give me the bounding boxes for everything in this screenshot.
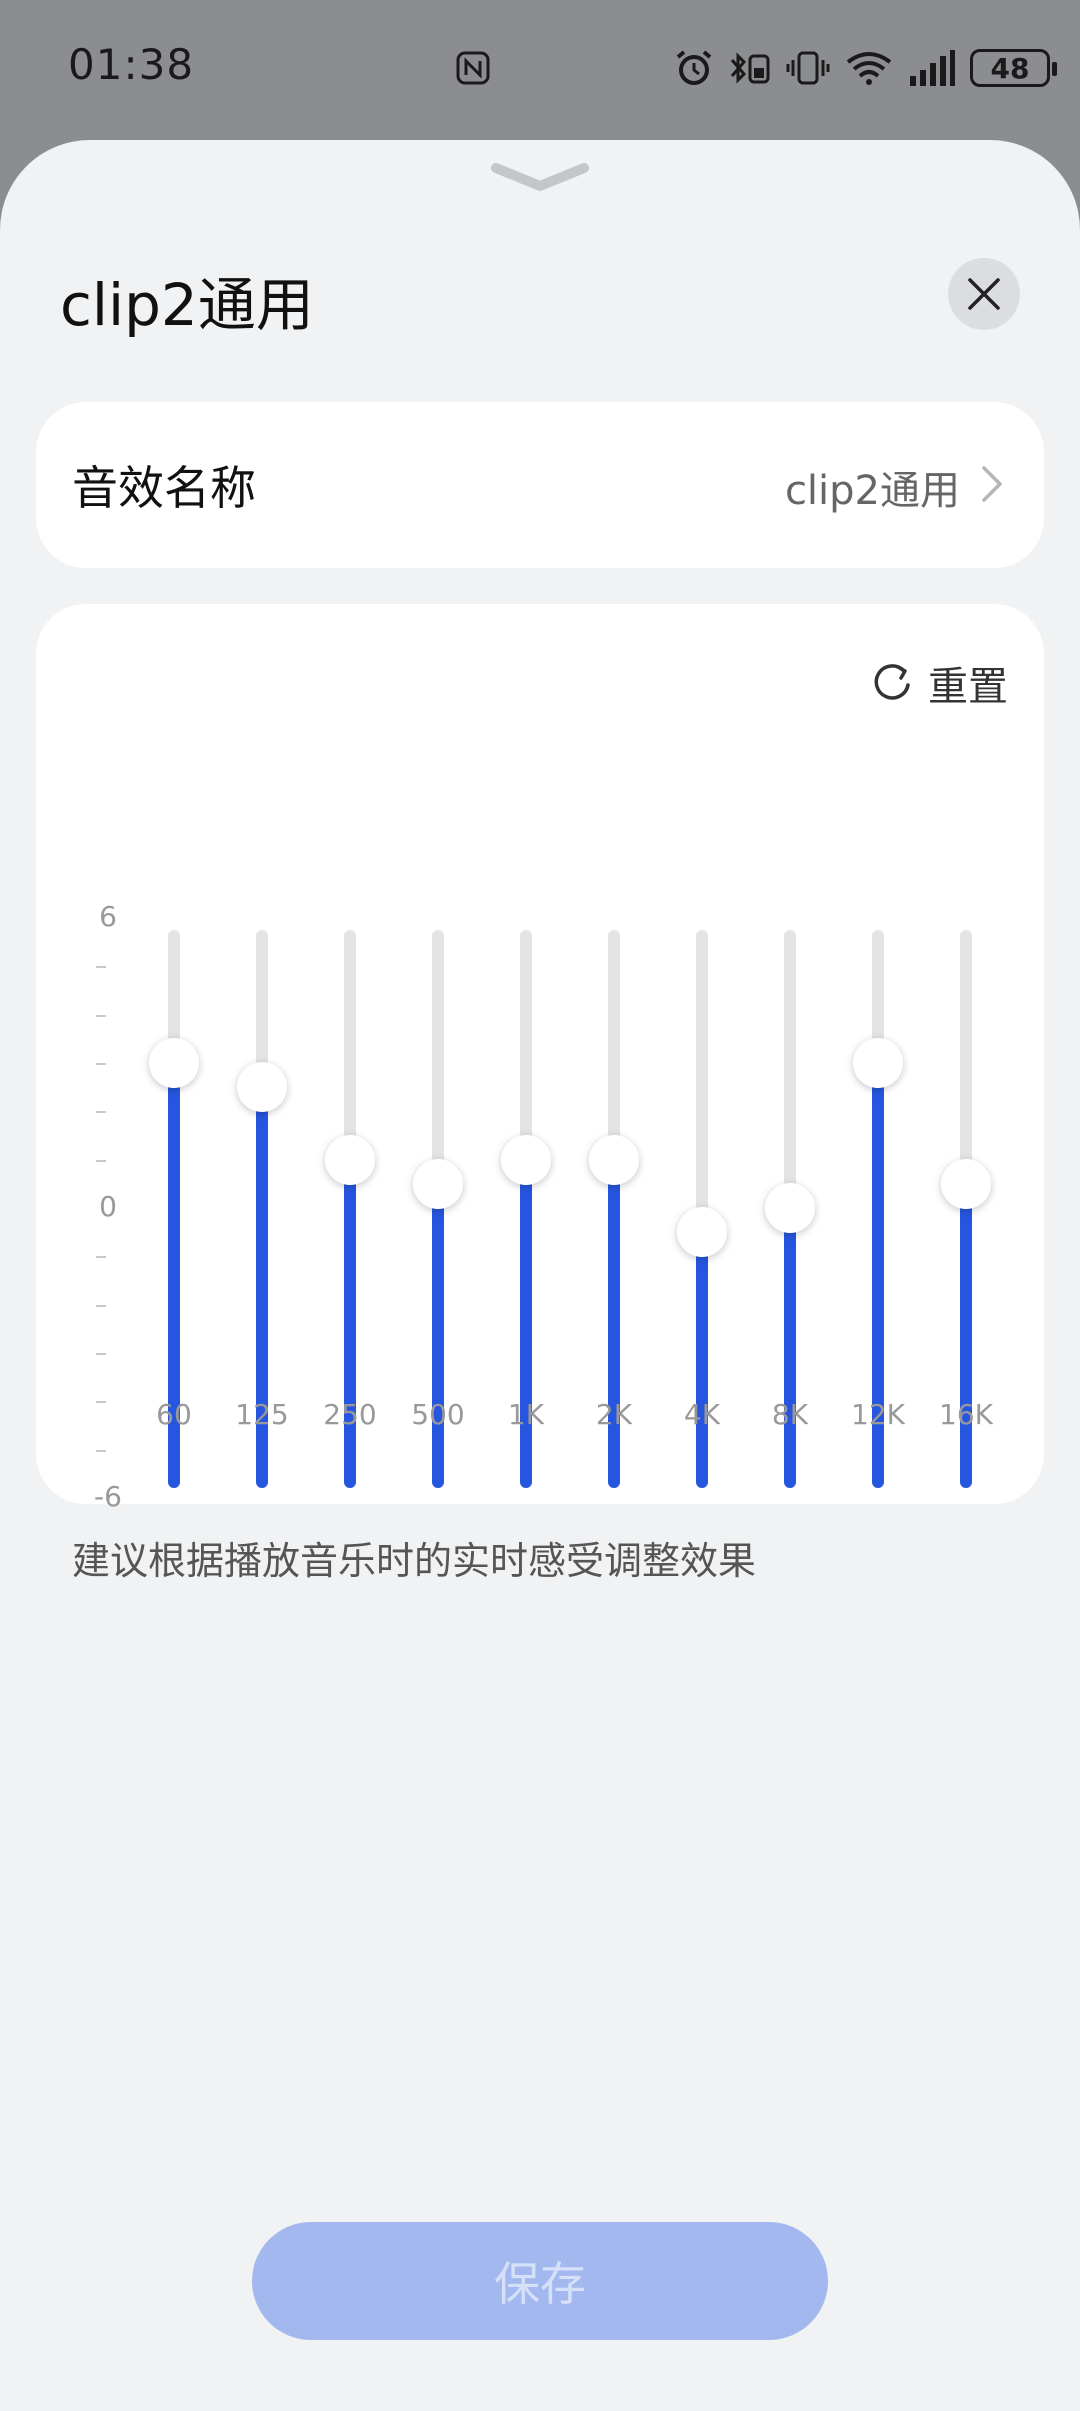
alarm-icon — [676, 50, 712, 85]
eq-band-label: 4K — [683, 1398, 721, 1431]
eq-slider-knob[interactable] — [765, 1183, 815, 1233]
eq-band-label: 2K — [595, 1398, 633, 1431]
eq-slider-knob[interactable] — [589, 1134, 639, 1185]
axis-tick — [96, 1014, 106, 1017]
axis-tick — [96, 1159, 106, 1162]
battery-level: 48 — [990, 51, 1030, 85]
eq-band-500: 500 — [394, 604, 482, 1504]
eq-band-125: 125 — [218, 604, 306, 1504]
axis-label-zero: 0 — [99, 1190, 117, 1223]
vibrate-icon — [786, 51, 830, 85]
eq-band-16k: 16K — [922, 604, 1010, 1504]
equalizer-card: 重置 6 0 -6 60 125 250 500 1K 2K 4K 8K 12K 16K — [36, 604, 1044, 1513]
eq-slider-knob[interactable] — [325, 1134, 375, 1185]
eq-slider-fill — [520, 1159, 532, 1488]
eq-band-8k: 8K — [746, 604, 834, 1504]
chevron-down-icon[interactable] — [488, 160, 592, 196]
eq-band-250: 250 — [306, 604, 394, 1504]
eq-band-label: 12K — [851, 1398, 905, 1431]
preset-name-value: clip2通用 — [784, 468, 960, 514]
eq-band-1k: 1K — [482, 604, 570, 1504]
axis-tick — [96, 1353, 106, 1355]
eq-slider-knob[interactable] — [677, 1207, 727, 1258]
eq-slider-fill — [784, 1208, 796, 1488]
status-time: 01:38 — [68, 40, 195, 89]
eq-slider-knob[interactable] — [149, 1038, 199, 1088]
eq-slider-fill — [696, 1232, 708, 1488]
eq-band-label: 1K — [507, 1398, 545, 1431]
eq-band-12k: 12K — [834, 604, 922, 1504]
preset-name-row[interactable]: 音效名称 clip2通用 — [36, 402, 1044, 568]
axis-tick — [96, 1063, 106, 1065]
eq-band-label: 60 — [156, 1398, 192, 1431]
equalizer-sheet: clip2通用 音效名称 clip2通用 重置 6 0 -6 60 125 250 5… — [0, 140, 1080, 2411]
axis-tick — [96, 1111, 106, 1114]
chevron-right-icon — [982, 466, 1002, 502]
axis-tick — [96, 1304, 106, 1307]
preset-name-label: 音效名称 — [72, 461, 256, 515]
eq-slider-knob[interactable] — [853, 1038, 903, 1088]
eq-slider-fill — [960, 1183, 972, 1488]
eq-band-label: 8K — [771, 1398, 809, 1431]
eq-band-60: 60 — [130, 604, 218, 1504]
sheet-title: clip2通用 — [60, 271, 314, 339]
eq-slider-fill — [344, 1159, 356, 1488]
eq-slider-knob[interactable] — [941, 1158, 991, 1209]
axis-label-max: 6 — [99, 900, 117, 933]
eq-slider-fill — [608, 1159, 620, 1488]
eq-slider-knob[interactable] — [237, 1062, 287, 1113]
wifi-icon — [846, 52, 892, 85]
status-icons: 48 — [674, 44, 1057, 92]
axis-tick — [96, 1256, 106, 1259]
eq-band-label: 500 — [411, 1398, 465, 1431]
eq-band-4k: 4K — [658, 604, 746, 1504]
nfc-icon — [456, 51, 490, 85]
bluetooth-icon — [730, 52, 770, 84]
eq-band-label: 250 — [323, 1398, 377, 1431]
save-button[interactable]: 保存 — [252, 2222, 828, 2340]
axis-tick — [96, 966, 106, 969]
eq-slider-knob[interactable] — [413, 1158, 463, 1209]
eq-slider-knob[interactable] — [501, 1134, 551, 1185]
axis-label-min: -6 — [94, 1480, 122, 1513]
eq-band-label: 125 — [235, 1398, 289, 1431]
signal-icon — [910, 50, 955, 86]
status-bar: 01:38 48 — [0, 0, 1080, 140]
close-button[interactable] — [948, 258, 1020, 330]
eq-band-2k: 2K — [570, 604, 658, 1504]
eq-band-label: 16K — [939, 1398, 993, 1431]
close-icon — [968, 278, 1000, 310]
hint-text: 建议根据播放音乐时的实时感受调整效果 — [72, 1539, 757, 1583]
battery-icon: 48 — [970, 49, 1057, 87]
axis-tick — [96, 1449, 106, 1452]
eq-slider-fill — [432, 1183, 444, 1488]
axis-tick — [96, 1401, 106, 1404]
